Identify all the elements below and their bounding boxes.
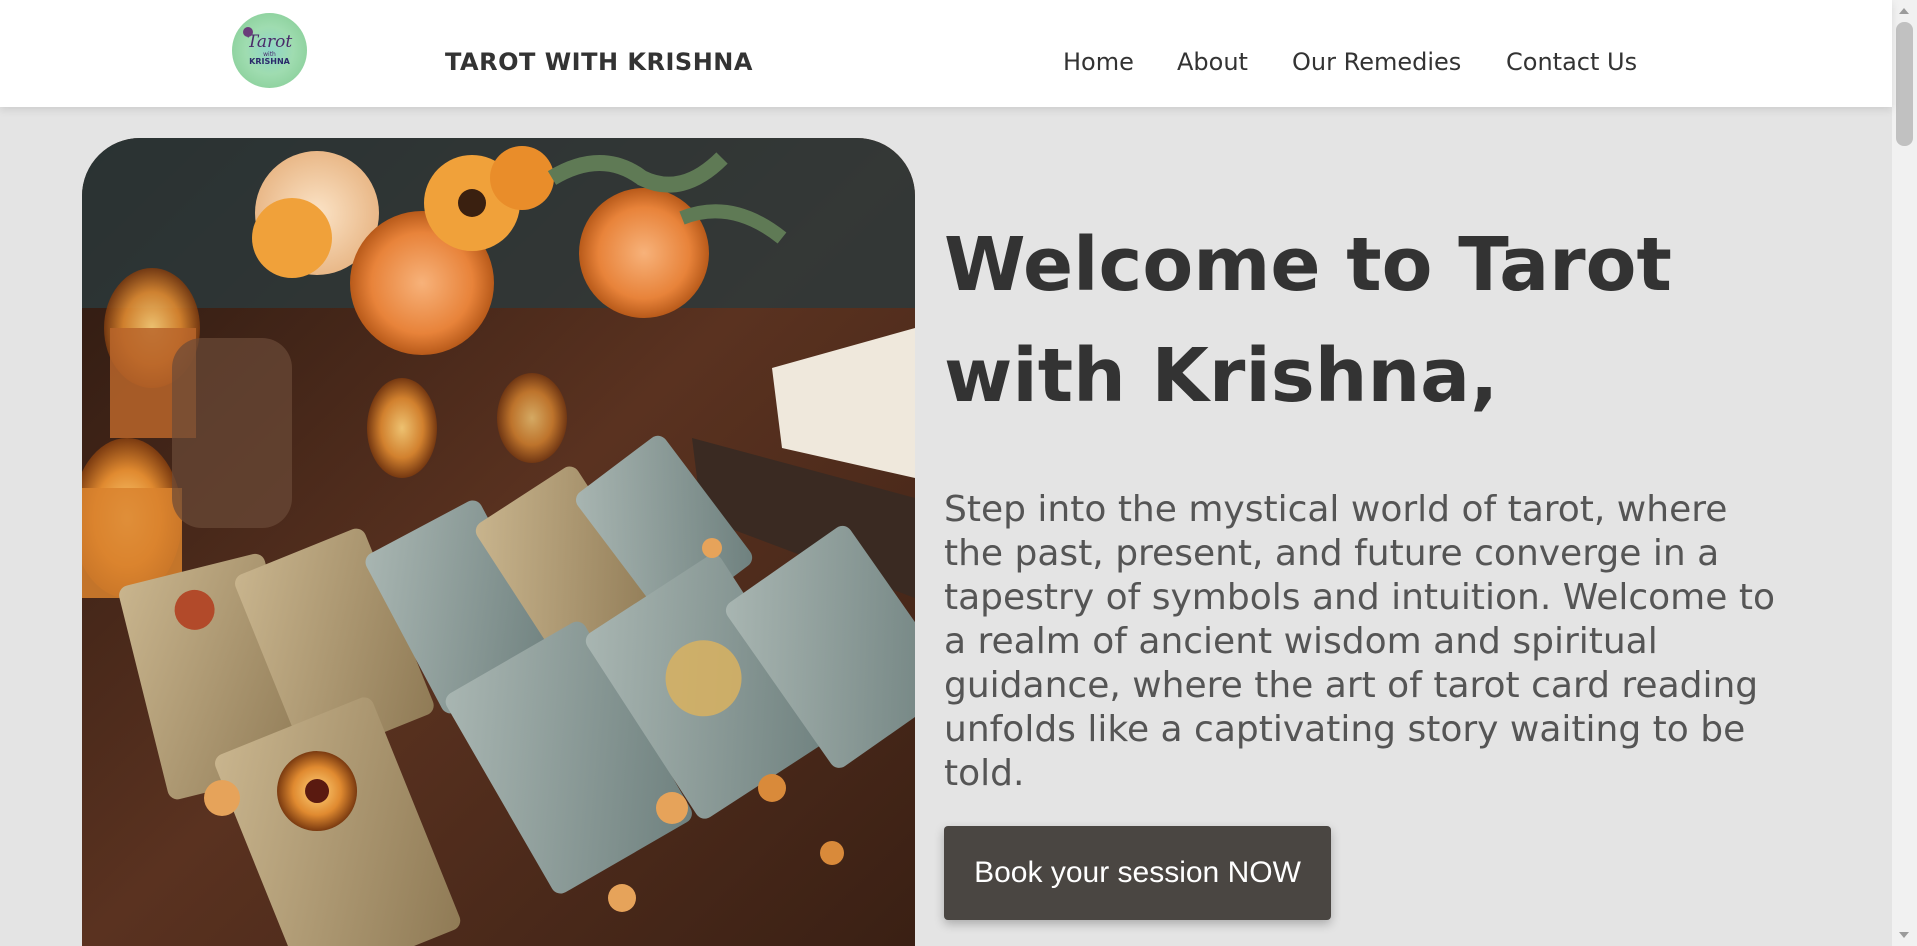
tarot-cards-image [82,138,915,946]
scroll-up-arrow-icon[interactable] [1899,8,1909,14]
site-header: Tarot with KRISHNA TAROT WITH KRISHNA Ho… [0,0,1892,107]
book-session-button[interactable]: Book your session NOW [944,826,1331,920]
hero-intro-text: Step into the mystical world of tarot, w… [944,489,1775,794]
hero-headline: Welcome to Tarot with Krishna, [944,222,1672,419]
nav-about[interactable]: About [1177,48,1248,76]
page-scrollbar[interactable] [1892,0,1917,946]
brand-name[interactable]: TAROT WITH KRISHNA [445,48,753,76]
logo-gem-icon [243,27,253,37]
hero-tarot-image [82,138,915,946]
logo-text-krishna: KRISHNA [249,57,290,67]
site-logo[interactable]: Tarot with KRISHNA [232,13,307,88]
nav-our-remedies[interactable]: Our Remedies [1292,48,1461,76]
scroll-down-arrow-icon[interactable] [1899,932,1909,938]
scrollbar-thumb[interactable] [1896,22,1913,146]
logo-text-tarot: Tarot [246,32,293,52]
nav-home[interactable]: Home [1063,48,1134,76]
nav-contact-us[interactable]: Contact Us [1506,48,1637,76]
